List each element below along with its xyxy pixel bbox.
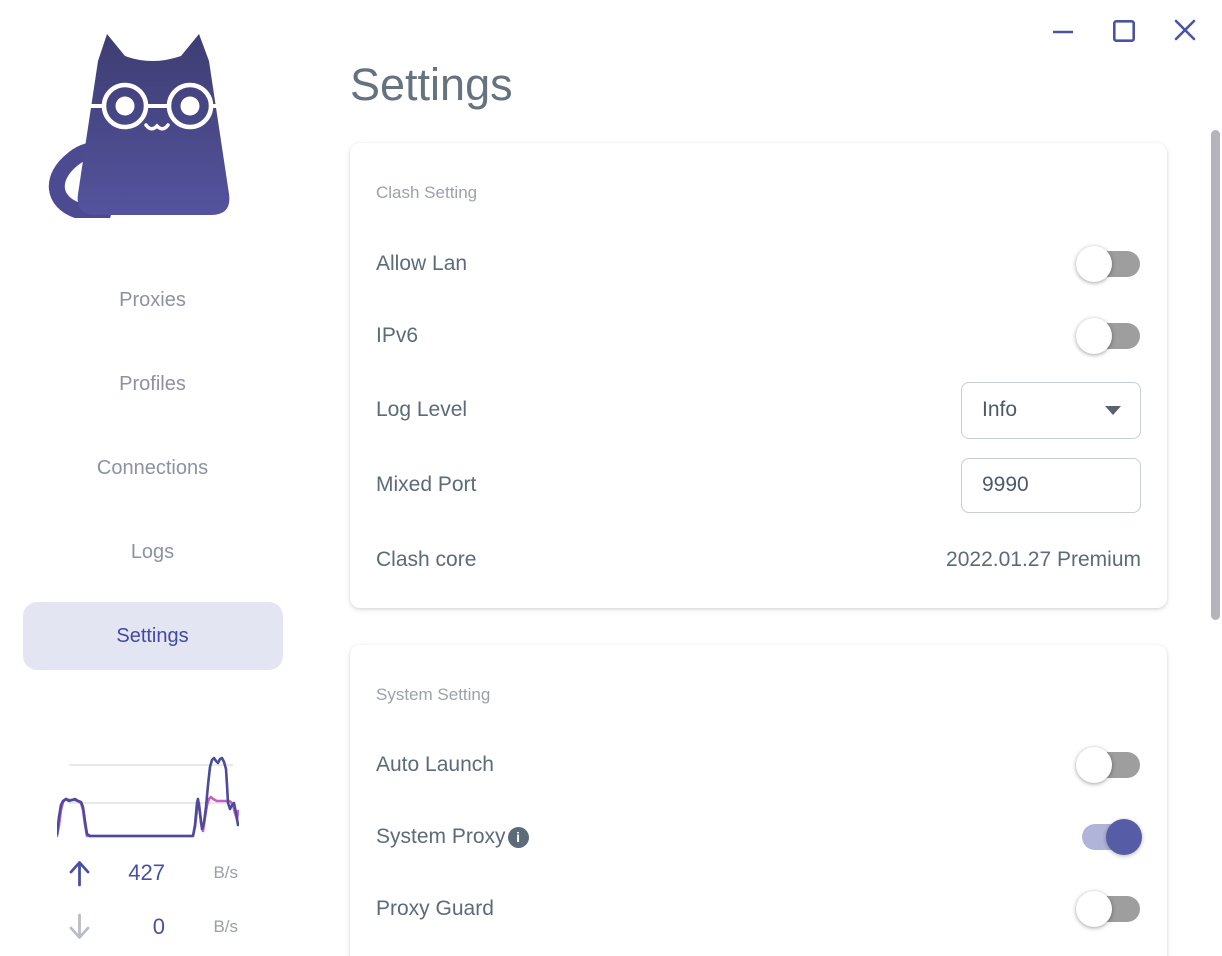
download-rate-row: 0 B/s <box>68 909 238 945</box>
row-label-text: System Proxy <box>376 825 506 848</box>
mixed-port-input[interactable] <box>961 457 1141 513</box>
setting-row-clash-core: Clash core 2022.01.27 Premium <box>376 530 1141 590</box>
row-label: Clash core <box>376 548 477 571</box>
toggle-knob <box>1076 891 1112 927</box>
setting-row-allow-lan: Allow Lan <box>376 234 1141 294</box>
row-label: System Proxy i <box>376 825 529 849</box>
download-rate-unit: B/s <box>213 917 238 936</box>
arrow-down-icon <box>68 913 98 941</box>
info-icon[interactable]: i <box>507 826 529 848</box>
sidebar-item-connections[interactable]: Connections <box>23 434 283 502</box>
system-setting-card: System Setting Auto Launch System Proxy … <box>350 645 1167 956</box>
sidebar-nav: Proxies Profiles Connections Logs Settin… <box>0 266 305 686</box>
download-rate-value: 0 <box>152 914 165 939</box>
setting-row-mixed-port: Mixed Port <box>376 455 1141 515</box>
row-label: Proxy Guard <box>376 897 494 920</box>
sidebar-item-proxies[interactable]: Proxies <box>23 266 283 334</box>
toggle-knob <box>1076 246 1112 282</box>
upload-rate-unit: B/s <box>213 863 238 882</box>
caret-down-icon <box>1105 405 1121 415</box>
row-label: Log Level <box>376 398 468 421</box>
toggle-knob <box>1106 819 1142 855</box>
sidebar-item-profiles[interactable]: Profiles <box>23 350 283 418</box>
proxy-guard-toggle[interactable] <box>1076 891 1140 927</box>
log-level-selected-value: Info <box>982 398 1018 421</box>
row-label: Allow Lan <box>376 252 468 275</box>
setting-row-ipv6: IPv6 <box>376 306 1141 366</box>
sidebar: Proxies Profiles Connections Logs Settin… <box>0 0 305 956</box>
setting-row-log-level: Log Level Info <box>376 380 1141 440</box>
ipv6-toggle[interactable] <box>1076 318 1140 354</box>
close-icon[interactable] <box>1169 15 1201 47</box>
toggle-knob <box>1076 747 1112 783</box>
sidebar-item-settings[interactable]: Settings <box>22 602 283 670</box>
minimize-icon[interactable] <box>1047 15 1079 47</box>
setting-row-system-proxy: System Proxy i <box>376 807 1142 867</box>
maximize-icon[interactable] <box>1108 15 1140 47</box>
clash-cat-logo <box>48 34 230 218</box>
card-header: Clash Setting <box>376 183 478 202</box>
scrollbar-thumb[interactable] <box>1211 130 1220 620</box>
row-label: IPv6 <box>376 324 419 347</box>
upload-rate-value: 427 <box>128 860 165 885</box>
arrow-up-icon <box>68 859 98 887</box>
setting-row-auto-launch: Auto Launch <box>376 735 1141 795</box>
sidebar-item-logs[interactable]: Logs <box>23 518 283 586</box>
row-label: Auto Launch <box>376 753 494 776</box>
window-controls <box>1047 15 1201 47</box>
app-window: Proxies Profiles Connections Logs Settin… <box>0 0 1222 956</box>
clash-setting-card: Clash Setting Allow Lan IPv6 Log Level I… <box>350 143 1167 608</box>
traffic-graph <box>57 756 239 838</box>
page-title: Settings <box>350 59 513 110</box>
upload-rate-row: 427 B/s <box>68 855 238 891</box>
card-header: System Setting <box>376 685 491 704</box>
system-proxy-toggle[interactable] <box>1082 819 1142 855</box>
auto-launch-toggle[interactable] <box>1076 747 1140 783</box>
clash-core-version: 2022.01.27 Premium <box>946 548 1141 571</box>
row-label: Mixed Port <box>376 473 477 496</box>
toggle-knob <box>1076 318 1112 354</box>
setting-row-proxy-guard: Proxy Guard <box>376 879 1141 939</box>
allow-lan-toggle[interactable] <box>1076 246 1140 282</box>
log-level-select[interactable]: Info <box>961 381 1141 439</box>
